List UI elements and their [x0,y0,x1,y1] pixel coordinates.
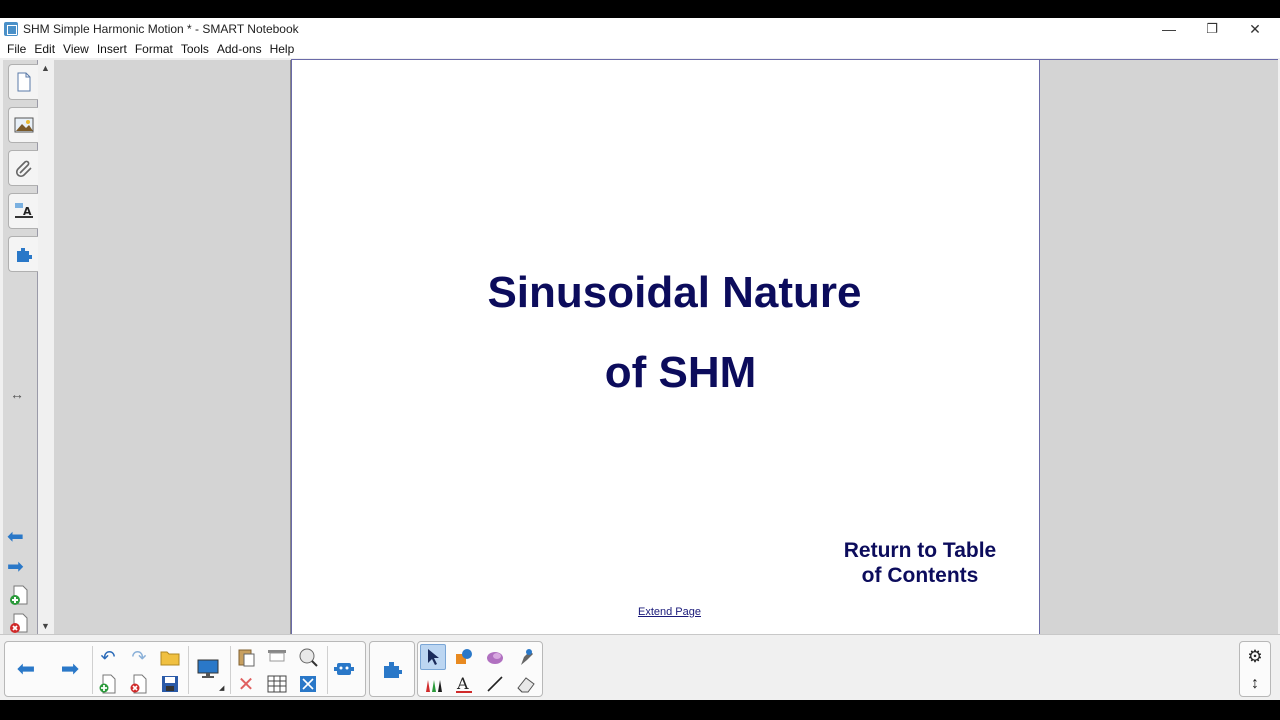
resize-sidebar-icon[interactable]: ↔ [10,386,24,402]
redo-icon[interactable]: ↷ [126,644,152,670]
workspace: Sinusoidal Nature of SHM Return to Table… [291,59,1278,634]
attachments-icon [15,160,32,178]
magic-pen-icon[interactable] [513,644,539,670]
page-sorter-icon [17,72,30,92]
add-page-icon[interactable] [95,671,121,697]
page-sorter-panel [54,60,291,634]
display-icon[interactable] [195,656,221,682]
text-icon[interactable]: A [451,671,477,697]
menu-insert[interactable]: Insert [93,42,131,56]
minimize-button[interactable]: — [1147,18,1191,40]
delete-page-icon[interactable] [126,671,152,697]
gallery-icon [14,117,33,133]
pens-icon[interactable] [420,671,446,697]
next-page-icon[interactable]: ➡ [7,554,24,579]
title-bar: SHM Simple Harmonic Motion * - SMART Not… [0,18,1280,40]
page-heading-line1[interactable]: Sinusoidal Nature [292,268,1041,318]
response-icon[interactable] [331,656,357,682]
menu-addons[interactable]: Add-ons [213,42,266,56]
next-page-icon[interactable]: ➡ [57,656,83,682]
extend-page-link[interactable]: Extend Page [638,606,701,618]
properties-icon: A [14,203,33,218]
properties-tab[interactable]: A [8,193,38,229]
screen-shade-icon[interactable] [264,644,290,670]
eraser-icon[interactable] [513,671,539,697]
return-line2: of Contents [861,564,979,587]
page-sorter-tab[interactable] [8,64,38,100]
app-icon [4,22,18,36]
return-to-contents-link[interactable]: Return to Table of Contents [812,538,1028,588]
settings-icon[interactable]: ⚙ [1242,644,1268,670]
addons-tab[interactable] [8,236,38,272]
display-dropdown-icon[interactable]: ◢ [219,684,224,692]
gallery-tab[interactable] [8,107,38,143]
page-heading-line2[interactable]: of SHM [292,348,1041,398]
menu-file[interactable]: File [3,42,30,56]
sidebar-scrollbar[interactable]: ▲ ▼ [38,60,54,634]
bottom-toolbar: ⬅ ➡ ↶ ↷ ◢ ✕ A ⚙ ↕ [0,634,1280,700]
close-button[interactable]: ✕ [1233,18,1277,40]
menu-view[interactable]: View [59,42,93,56]
attachments-tab[interactable] [8,150,38,186]
previous-page-icon[interactable]: ⬅ [7,524,24,549]
undo-icon[interactable]: ↶ [95,644,121,670]
line-icon[interactable] [482,671,508,697]
notebook-page[interactable]: Sinusoidal Nature of SHM Return to Table… [291,60,1040,634]
table-icon[interactable] [264,671,290,697]
save-icon[interactable] [157,671,183,697]
select-icon[interactable] [420,644,446,670]
paste-icon[interactable] [233,644,259,670]
menu-help[interactable]: Help [266,42,299,56]
menu-edit[interactable]: Edit [30,42,59,56]
menu-bar: File Edit View Insert Format Tools Add-o… [0,40,1280,58]
toolbar-group-main: ⬅ ➡ ↶ ↷ ◢ ✕ [4,641,366,697]
restore-button[interactable]: ❐ [1190,18,1234,40]
delete-icon[interactable]: ✕ [233,671,259,697]
fill-icon[interactable] [482,644,508,670]
shapes-icon[interactable] [451,644,477,670]
toolbar-group-tools: A [417,641,543,697]
full-screen-icon[interactable] [295,671,321,697]
addons-icon [16,248,32,262]
open-icon[interactable] [157,644,183,670]
toolbar-group-addons [369,641,415,697]
add-page-icon[interactable] [9,584,31,611]
window-title: SHM Simple Harmonic Motion * - SMART Not… [23,22,299,36]
smart-notebook-window: SHM Simple Harmonic Motion * - SMART Not… [0,18,1280,700]
menu-format[interactable]: Format [131,42,177,56]
menu-tools[interactable]: Tools [177,42,213,56]
addons-icon[interactable] [379,656,405,682]
previous-page-icon[interactable]: ⬅ [13,656,39,682]
scroll-down-icon[interactable]: ▼ [41,621,50,631]
side-tabs: A ↔ ⬅ ➡ [3,60,38,634]
svg-text:A: A [456,674,469,693]
move-toolbar-icon[interactable]: ↕ [1242,671,1268,697]
zoom-icon[interactable] [295,644,321,670]
scroll-up-icon[interactable]: ▲ [41,63,50,73]
toolbar-group-settings: ⚙ ↕ [1239,641,1271,697]
return-line1: Return to Table [843,539,997,562]
